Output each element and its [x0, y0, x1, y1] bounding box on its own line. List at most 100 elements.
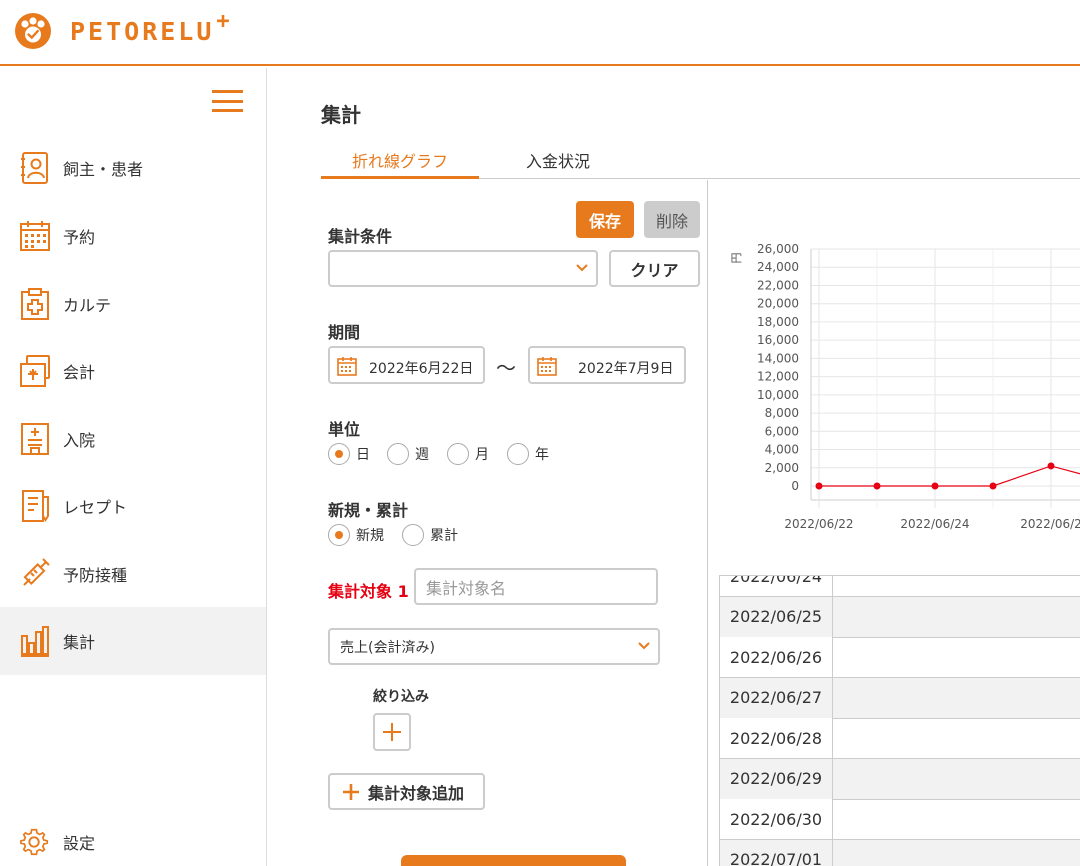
sidebar-item-6[interactable]: 予防接種	[0, 540, 266, 608]
sidebar-item-0[interactable]: 飼主・患者	[0, 134, 266, 202]
date-to-value: 2022年7月9日	[578, 361, 674, 377]
calendar-icon	[537, 357, 557, 376]
sidebar-item-2[interactable]: カルテ	[0, 270, 266, 338]
delete-button[interactable]: 削除	[644, 201, 700, 238]
radio-label: 週	[415, 447, 429, 463]
radio-label: 新規	[356, 528, 384, 544]
table-row: 2022/06/30	[719, 799, 1080, 840]
menu-toggle-icon[interactable]	[212, 90, 243, 112]
sidebar-item-5[interactable]: レセプト	[0, 472, 266, 540]
y-tick-label: 16,000	[757, 333, 799, 347]
tab-payment-status[interactable]: 入金状況	[479, 148, 637, 179]
table-row: 2022/06/24	[719, 576, 1080, 597]
sidebar-item-label: カルテ	[63, 296, 112, 315]
sidebar-item-1[interactable]: 予約	[0, 202, 266, 270]
y-tick-label: 12,000	[757, 370, 799, 384]
y-tick-label: 14,000	[757, 351, 799, 365]
date-from-value: 2022年6月22日	[369, 361, 474, 377]
table-date-cell: 2022/07/01	[719, 839, 833, 866]
target-type-value: 売上(会計済み)	[340, 639, 435, 656]
radio-circle	[387, 443, 409, 465]
sidebar-item-settings[interactable]: 設定	[0, 808, 266, 866]
logo[interactable]: PETORELU+	[14, 8, 233, 50]
radio-unit-month[interactable]: 月	[447, 443, 489, 465]
data-table: 2022/06/24 2022/06/25 2022/06/26 2022/06/27…	[719, 575, 1080, 866]
tab-bar: 折れ線グラフ 入金状況	[321, 146, 1080, 179]
sidebar-item-label: 入院	[63, 431, 96, 450]
logo-text: PETORELU+	[70, 8, 233, 46]
sidebar: 飼主・患者予約カルテ会計入院レセプト予防接種集計 設定	[0, 68, 267, 866]
receipt-icon	[22, 490, 49, 522]
sidebar-item-label: 予約	[63, 228, 96, 247]
add-target-button[interactable]: 集計対象追加	[328, 773, 485, 810]
clear-button[interactable]: クリア	[609, 250, 700, 287]
target-name-input[interactable]: 集計対象名	[414, 568, 658, 605]
series-line	[819, 465, 1080, 487]
sidebar-item-label: 飼主・患者	[63, 160, 144, 179]
syringe-icon	[23, 558, 50, 586]
radio-circle	[402, 524, 424, 546]
y-tick-label: 10,000	[757, 388, 799, 402]
table-value-cell	[833, 718, 1080, 758]
target-type-select[interactable]: 売上(会計済み)	[328, 628, 660, 665]
run-aggregate-button[interactable]	[401, 855, 626, 866]
add-filter-button[interactable]	[373, 713, 411, 751]
register-icon	[20, 355, 50, 387]
y-tick-label: 2,000	[765, 461, 799, 475]
target-label: 集計対象 1	[328, 582, 409, 601]
sidebar-item-3[interactable]: 会計	[0, 337, 266, 405]
radio-mode-new[interactable]: 新規	[328, 524, 384, 546]
table-value-cell	[833, 799, 1080, 839]
date-from-input[interactable]: 2022年6月22日	[328, 346, 485, 384]
table-date-cell: 2022/06/28	[719, 718, 833, 758]
y-tick-label: 0	[791, 479, 799, 493]
medical-record-icon	[21, 288, 49, 320]
mode-label: 新規・累計	[328, 501, 409, 520]
radio-unit-day[interactable]: 日	[328, 443, 370, 465]
save-button[interactable]: 保存	[576, 201, 634, 238]
table-date-cell: 2022/06/24	[719, 576, 833, 596]
radio-unit-year[interactable]: 年	[507, 443, 549, 465]
y-tick-label: 22,000	[757, 278, 799, 292]
page-title: 集計	[321, 103, 361, 127]
add-target-label: 集計対象追加	[368, 783, 465, 803]
sidebar-item-label: 予防接種	[63, 566, 128, 585]
chevron-down-icon	[576, 264, 588, 272]
sidebar-item-4[interactable]: 入院	[0, 405, 266, 473]
table-row: 2022/06/27	[719, 677, 1080, 719]
calendar-icon	[337, 357, 357, 376]
table-row: 2022/06/28	[719, 718, 1080, 759]
radio-label: 累計	[430, 528, 458, 544]
y-tick-label: 8,000	[765, 406, 799, 420]
app-header: PETORELU+	[0, 0, 1080, 66]
table-row: 2022/07/01	[719, 839, 1080, 866]
data-point	[1047, 462, 1055, 470]
table-date-cell: 2022/06/25	[719, 596, 833, 637]
table-date-cell: 2022/06/27	[719, 677, 833, 718]
table-row: 2022/06/26	[719, 637, 1080, 678]
sidebar-item-7[interactable]: 集計	[0, 607, 266, 675]
paw-logo-icon	[15, 13, 51, 49]
y-tick-label: 6,000	[765, 424, 799, 438]
radio-circle	[328, 524, 350, 546]
table-row: 2022/06/25	[719, 596, 1080, 638]
data-point	[873, 482, 881, 490]
radio-unit-week[interactable]: 週	[387, 443, 429, 465]
filter-label: 絞り込み	[373, 689, 429, 705]
table-date-cell: 2022/06/26	[719, 637, 833, 677]
tab-line-chart[interactable]: 折れ線グラフ	[321, 148, 479, 179]
radio-mode-cumulative[interactable]: 累計	[402, 524, 458, 546]
table-value-cell	[833, 839, 1080, 866]
sidebar-item-label: レセプト	[63, 498, 128, 517]
conditions-select[interactable]	[328, 250, 598, 287]
y-tick-label: 24,000	[757, 260, 799, 274]
date-to-input[interactable]: 2022年7月9日	[528, 346, 686, 384]
radio-label: 年	[535, 447, 549, 463]
x-tick-label: 2022/06/24	[900, 517, 969, 531]
table-value-cell	[833, 596, 1080, 637]
owner-icon	[21, 152, 48, 184]
date-separator: 〜	[496, 356, 516, 380]
unit-label: 単位	[328, 420, 361, 439]
radio-circle	[507, 443, 529, 465]
chevron-down-icon	[638, 642, 650, 650]
